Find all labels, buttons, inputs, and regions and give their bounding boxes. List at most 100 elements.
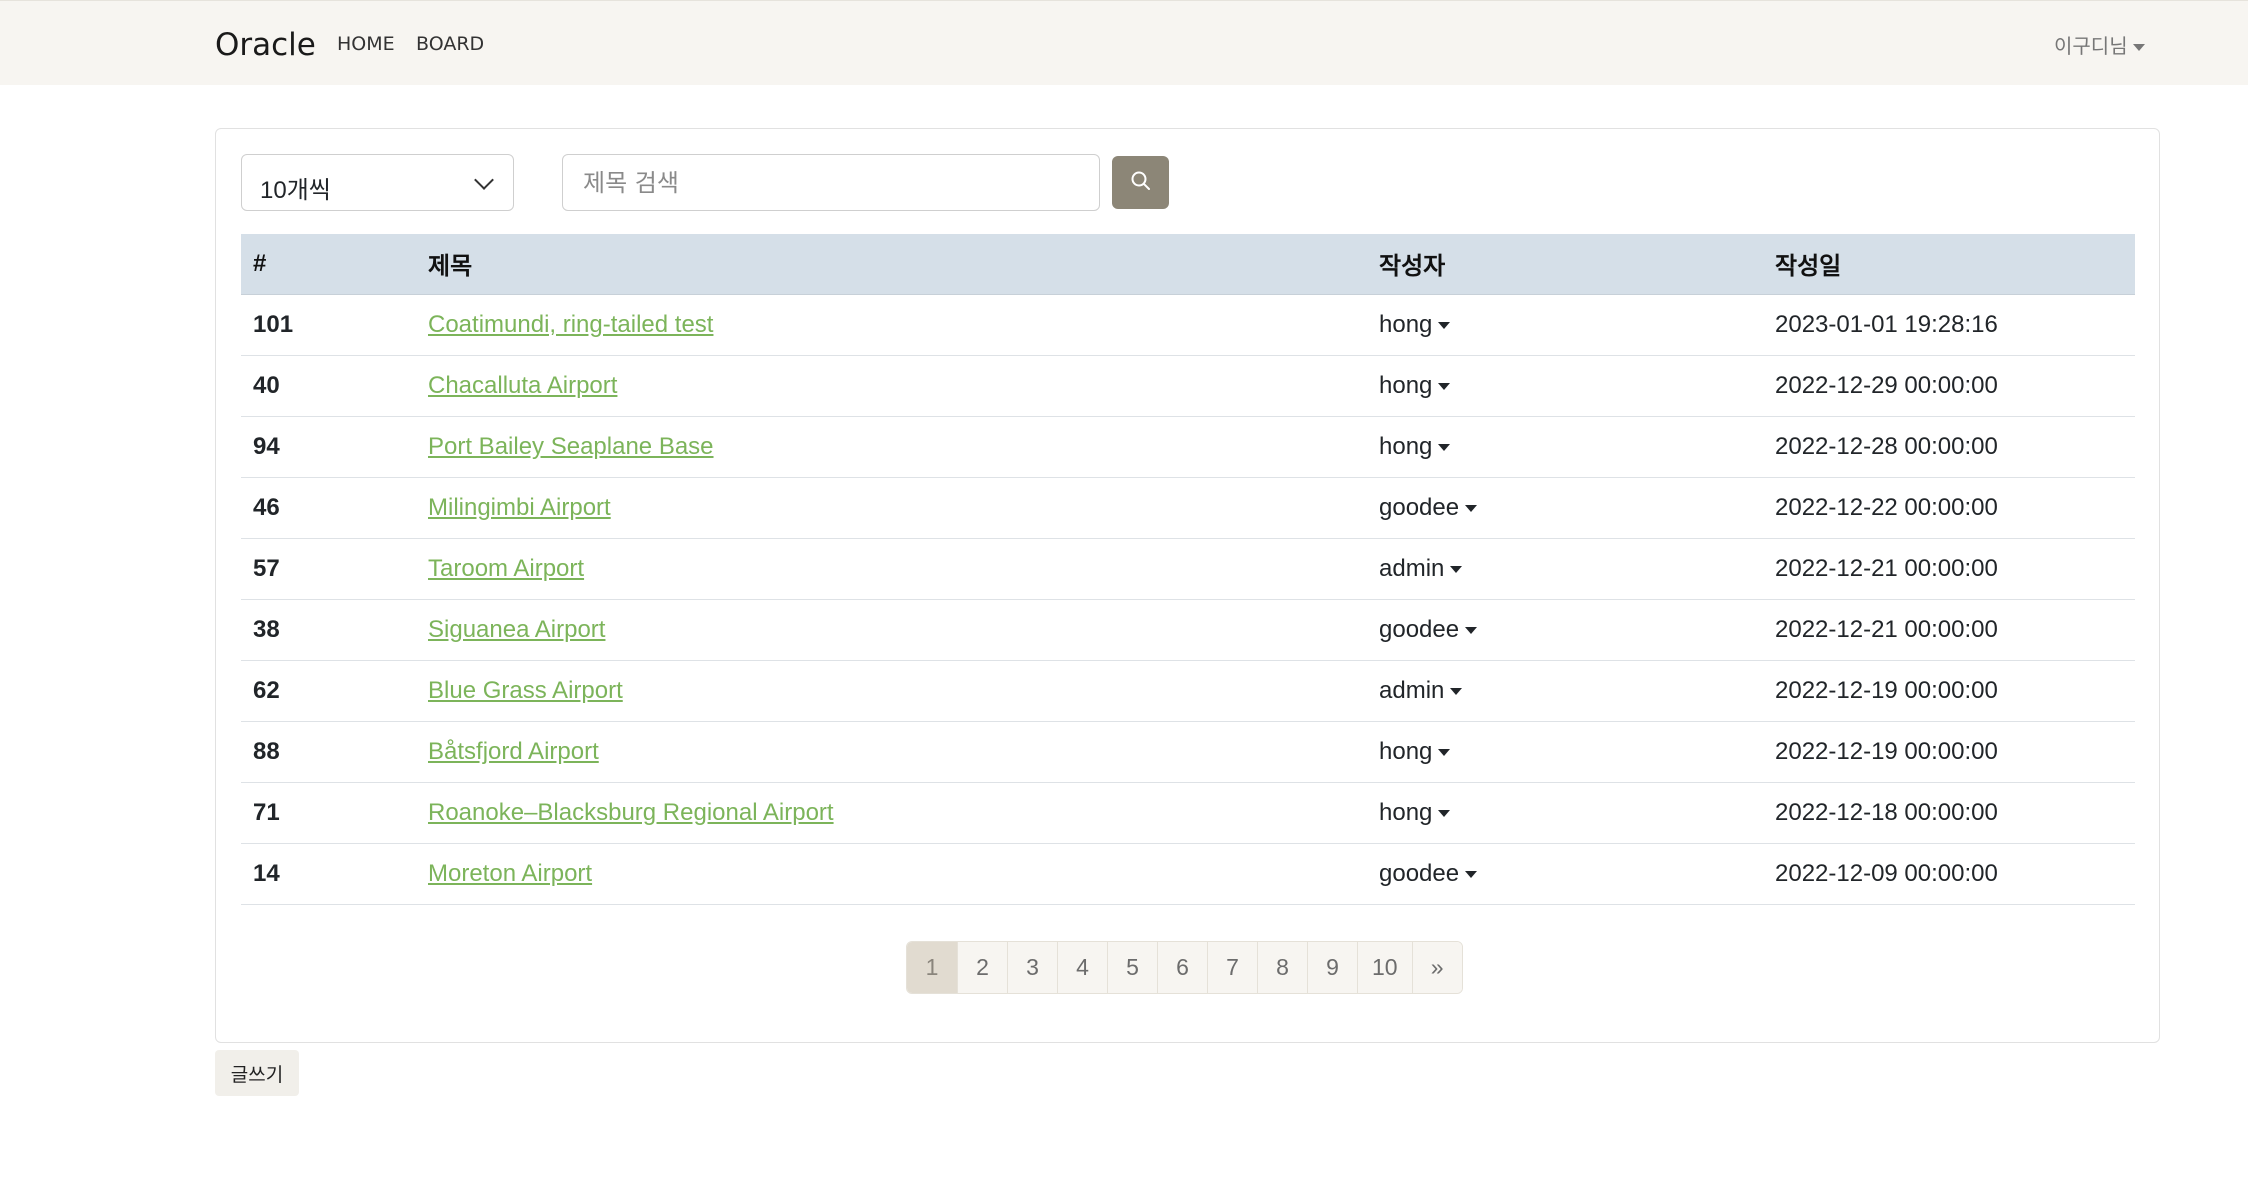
row-date: 2022-12-19 00:00:00 [1763, 660, 2135, 722]
header-number: # [241, 234, 416, 295]
table-header-row: # 제목 작성자 작성일 [241, 234, 2135, 295]
search-input[interactable] [562, 154, 1100, 211]
nav-home-link[interactable]: HOME [337, 33, 395, 55]
row-date: 2022-12-18 00:00:00 [1763, 782, 2135, 844]
page-size-value: 10개씩 [260, 177, 331, 204]
writer-name: goodee [1379, 493, 1460, 521]
page-size-select[interactable]: 10개씩 [241, 154, 514, 211]
header-date: 작성일 [1763, 234, 2135, 295]
writer-name: hong [1379, 737, 1433, 765]
page-7-button[interactable]: 7 [1207, 942, 1257, 993]
row-date: 2023-01-01 19:28:16 [1763, 294, 2135, 356]
brand-logo[interactable]: Oracle [215, 27, 316, 63]
writer-dropdown[interactable]: hong [1379, 310, 1451, 338]
row-writer-cell: hong [1367, 294, 1763, 356]
pagination: 1 2 3 4 5 6 7 8 9 10 » [906, 941, 1463, 994]
post-title-link[interactable]: Milingimbi Airport [428, 494, 611, 521]
page-5-button[interactable]: 5 [1107, 942, 1157, 993]
caret-down-icon [1438, 321, 1451, 329]
row-date: 2022-12-21 00:00:00 [1763, 538, 2135, 600]
navbar: Oracle HOME BOARD 이구디님 [0, 0, 2248, 85]
search-button[interactable] [1112, 156, 1169, 209]
row-number: 46 [241, 477, 416, 539]
row-number: 94 [241, 416, 416, 478]
page-4-button[interactable]: 4 [1057, 942, 1107, 993]
table-row: 14 Moreton Airport goodee 2022-12-09 00:… [241, 843, 2135, 905]
row-title-cell: Taroom Airport [416, 538, 1367, 600]
table-row: 38 Siguanea Airport goodee 2022-12-21 00… [241, 599, 2135, 661]
post-title-link[interactable]: Moreton Airport [428, 860, 592, 887]
row-title-cell: Port Bailey Seaplane Base [416, 416, 1367, 478]
writer-name: hong [1379, 310, 1433, 338]
writer-dropdown[interactable]: goodee [1379, 859, 1478, 887]
header-title: 제목 [416, 234, 1367, 295]
row-title-cell: Milingimbi Airport [416, 477, 1367, 539]
writer-dropdown[interactable]: admin [1379, 676, 1463, 704]
post-title-link[interactable]: Coatimundi, ring-tailed test [428, 311, 713, 338]
post-title-link[interactable]: Båtsfjord Airport [428, 738, 599, 765]
caret-down-icon [1465, 504, 1478, 512]
writer-dropdown[interactable]: goodee [1379, 615, 1478, 643]
post-title-link[interactable]: Chacalluta Airport [428, 372, 617, 399]
row-number: 14 [241, 843, 416, 905]
writer-dropdown[interactable]: hong [1379, 737, 1451, 765]
caret-down-icon [1465, 870, 1478, 878]
writer-dropdown[interactable]: goodee [1379, 493, 1478, 521]
writer-name: goodee [1379, 615, 1460, 643]
table-row: 46 Milingimbi Airport goodee 2022-12-22 … [241, 477, 2135, 539]
writer-name: hong [1379, 371, 1433, 399]
post-title-link[interactable]: Roanoke–Blacksburg Regional Airport [428, 799, 834, 826]
row-writer-cell: hong [1367, 782, 1763, 844]
post-title-link[interactable]: Port Bailey Seaplane Base [428, 433, 714, 460]
row-date: 2022-12-19 00:00:00 [1763, 721, 2135, 783]
row-date: 2022-12-21 00:00:00 [1763, 599, 2135, 661]
board-table: # 제목 작성자 작성일 101 Coatimundi, ring-tailed… [241, 234, 2135, 905]
board-card: 10개씩 # 제목 작성자 작성일 101 Coatimundi, ring-t… [215, 128, 2160, 1043]
next-page-button[interactable]: » [1411, 942, 1462, 993]
row-number: 62 [241, 660, 416, 722]
row-date: 2022-12-09 00:00:00 [1763, 843, 2135, 905]
writer-dropdown[interactable]: hong [1379, 371, 1451, 399]
page-6-button[interactable]: 6 [1157, 942, 1207, 993]
row-date: 2022-12-22 00:00:00 [1763, 477, 2135, 539]
user-menu[interactable]: 이구디님 [2054, 30, 2145, 59]
user-name: 이구디님 [2054, 34, 2128, 58]
writer-name: goodee [1379, 859, 1460, 887]
row-writer-cell: goodee [1367, 843, 1763, 905]
page-10-button[interactable]: 10 [1357, 942, 1412, 993]
writer-dropdown[interactable]: hong [1379, 432, 1451, 460]
caret-down-icon [1450, 687, 1463, 695]
writer-dropdown[interactable]: admin [1379, 554, 1463, 582]
writer-name: hong [1379, 432, 1433, 460]
writer-name: admin [1379, 676, 1445, 704]
page-3-button[interactable]: 3 [1007, 942, 1057, 993]
header-writer: 작성자 [1367, 234, 1763, 295]
writer-name: hong [1379, 798, 1433, 826]
row-writer-cell: hong [1367, 721, 1763, 783]
row-title-cell: Coatimundi, ring-tailed test [416, 294, 1367, 356]
row-writer-cell: admin [1367, 660, 1763, 722]
row-number: 57 [241, 538, 416, 600]
page-2-button[interactable]: 2 [957, 942, 1007, 993]
nav-board-link[interactable]: BOARD [416, 33, 484, 55]
page-9-button[interactable]: 9 [1307, 942, 1357, 993]
writer-name: admin [1379, 554, 1445, 582]
post-title-link[interactable]: Taroom Airport [428, 555, 584, 582]
row-title-cell: Chacalluta Airport [416, 355, 1367, 417]
row-title-cell: Roanoke–Blacksburg Regional Airport [416, 782, 1367, 844]
row-title-cell: Blue Grass Airport [416, 660, 1367, 722]
row-number: 88 [241, 721, 416, 783]
row-title-cell: Moreton Airport [416, 843, 1367, 905]
page-8-button[interactable]: 8 [1257, 942, 1307, 993]
post-title-link[interactable]: Siguanea Airport [428, 616, 605, 643]
write-post-button[interactable]: 글쓰기 [215, 1050, 299, 1096]
page-1-button[interactable]: 1 [907, 942, 957, 993]
table-row: 88 Båtsfjord Airport hong 2022-12-19 00:… [241, 721, 2135, 783]
search-icon [1131, 171, 1150, 190]
row-date: 2022-12-29 00:00:00 [1763, 355, 2135, 417]
caret-down-icon [1438, 382, 1451, 390]
table-row: 40 Chacalluta Airport hong 2022-12-29 00… [241, 355, 2135, 417]
post-title-link[interactable]: Blue Grass Airport [428, 677, 623, 704]
caret-down-icon [2132, 44, 2145, 51]
writer-dropdown[interactable]: hong [1379, 798, 1451, 826]
